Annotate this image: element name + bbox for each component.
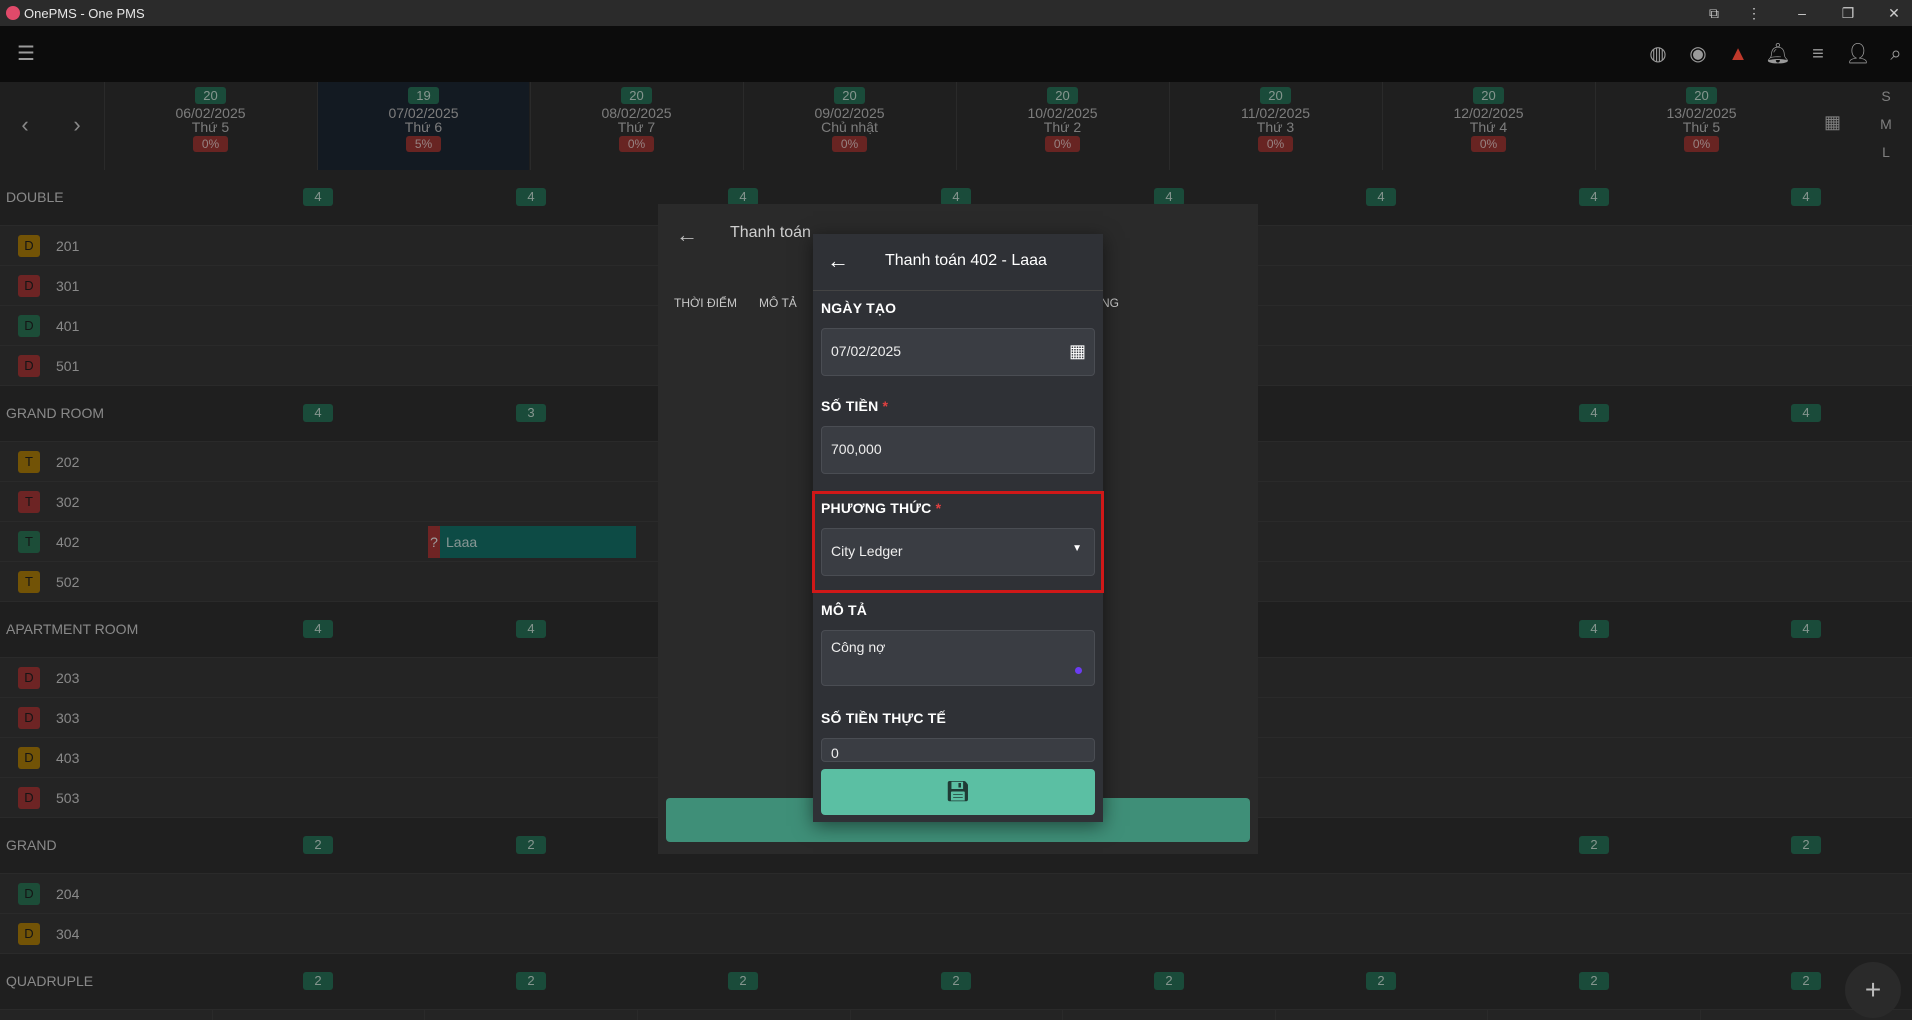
warning-icon[interactable]: ▲ <box>1724 40 1752 68</box>
app-toolbar: ☰ ◍ ◉ ▲ 🔔︎ ≡ 👤︎ ⌕ <box>0 26 1912 82</box>
restore-button[interactable]: ❐ <box>1834 3 1862 23</box>
minimize-button[interactable]: – <box>1788 3 1816 23</box>
more-menu-icon[interactable]: ⋮ <box>1740 3 1768 23</box>
save-button[interactable]: 💾︎ <box>821 769 1095 815</box>
description-value: Công nợ <box>831 639 886 655</box>
amount-field[interactable]: 700,000 <box>821 426 1095 474</box>
actual-amount-value: 0 <box>831 745 839 761</box>
column-header-description: MÔ TẢ <box>759 296 797 310</box>
amount-label: SỐ TIỀN * <box>821 398 888 414</box>
window-title: OnePMS - One PMS <box>24 6 145 21</box>
eye-icon[interactable]: ◉ <box>1684 40 1712 68</box>
extension-icon[interactable]: ⧉ <box>1700 3 1728 23</box>
back-arrow-icon[interactable]: ← <box>676 222 698 248</box>
required-marker: * <box>882 398 889 414</box>
payment-form-title: Thanh toán 402 - Laaa <box>885 252 1047 269</box>
actual-amount-label: SỐ TIỀN THỰC TẾ <box>821 710 947 726</box>
amount-value: 700,000 <box>831 441 882 457</box>
description-label: MÔ TẢ <box>821 602 868 618</box>
column-header-time: THỜI ĐIỂM <box>674 296 737 310</box>
created-date-label: NGÀY TẠO <box>821 300 897 316</box>
globe-icon[interactable]: ◍ <box>1644 40 1672 68</box>
payments-dialog-title: Thanh toán <box>730 224 811 241</box>
back-arrow-icon[interactable]: ← <box>827 248 849 274</box>
actual-amount-field[interactable]: 0 <box>821 738 1095 762</box>
window-titlebar: OnePMS - One PMS ⧉ ⋮ – ❐ ✕ <box>0 0 1912 26</box>
search-icon[interactable]: ⌕ <box>1882 40 1910 68</box>
add-user-icon[interactable]: 👤︎ <box>1844 40 1872 68</box>
description-textarea[interactable]: Công nợ <box>821 630 1095 686</box>
created-date-field[interactable]: 07/02/2025 ▦ <box>821 328 1095 376</box>
amount-label-text: SỐ TIỀN <box>821 398 879 414</box>
close-window-button[interactable]: ✕ <box>1880 3 1908 23</box>
hamburger-icon[interactable]: ☰ <box>12 40 40 68</box>
bell-icon[interactable]: 🔔︎ <box>1764 40 1792 68</box>
created-date-value: 07/02/2025 <box>831 343 902 359</box>
add-fab-button[interactable]: + <box>1845 962 1901 1018</box>
app-logo-icon <box>6 6 20 20</box>
highlight-box <box>812 491 1104 593</box>
column-header-partial: NG <box>1101 296 1119 310</box>
floppy-disk-icon: 💾︎ <box>945 781 971 803</box>
list-icon[interactable]: ≡ <box>1804 40 1832 68</box>
grammarly-dot-icon <box>1075 667 1082 674</box>
calendar-icon[interactable]: ▦ <box>1069 341 1086 362</box>
payment-form-header: ← Thanh toán 402 - Laaa <box>813 234 1103 291</box>
